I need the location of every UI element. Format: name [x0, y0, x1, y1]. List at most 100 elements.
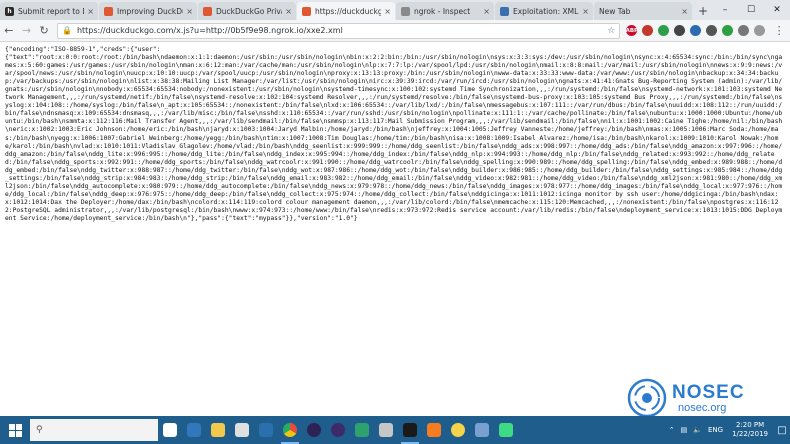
raw-json-response: {"encoding":"ISO-8859-1","creds":{"user"… [5, 46, 783, 222]
paint-icon-glyph [475, 423, 489, 437]
tab-title: https://duckduckgo [315, 6, 382, 16]
tab-strip: h Submit report to D × Improving DuckDu × Duc… [0, 0, 790, 20]
back-arrow-icon[interactable]: ← [0, 22, 18, 40]
extension-icon[interactable] [658, 25, 670, 36]
eclipse-icon[interactable] [302, 416, 326, 444]
new-tab-button[interactable]: + [695, 3, 711, 19]
android-studio-icon-glyph [499, 423, 513, 437]
language-indicator[interactable]: ENG [708, 426, 723, 434]
virtualbox-icon-glyph [259, 423, 273, 437]
extension-icon[interactable] [706, 25, 718, 36]
system-tray: ⌃ ▤ 🔈 ENG 2:20 PM 1/22/2019 □ [666, 416, 790, 444]
eclipse-alt-icon[interactable] [326, 416, 350, 444]
tab-title: ngrok - Inspect [414, 6, 471, 16]
search-icon: ⚲ [36, 425, 43, 435]
task-view-icon-glyph [163, 423, 177, 437]
terminal-icon[interactable] [398, 416, 422, 444]
close-tab-icon[interactable]: × [681, 7, 688, 16]
browser-tab[interactable]: DuckDuckGo Priva × [198, 2, 296, 20]
android-studio-icon[interactable] [494, 416, 518, 444]
tab-title: Improving DuckDu [117, 6, 184, 16]
browser-tab[interactable]: https://duckduckgo × [297, 2, 395, 20]
watermark-name: NOSEC [672, 381, 745, 403]
browser-tab[interactable]: Improving DuckDu × [99, 2, 197, 20]
extension-icon[interactable] [754, 25, 766, 36]
extension-icon[interactable] [642, 25, 654, 36]
volume-icon[interactable]: 🔈 [693, 426, 702, 434]
tab-title: New Tab [599, 6, 631, 16]
minimize-button[interactable]: – [712, 0, 738, 20]
nosec-watermark: NOSEC nosec.org [627, 378, 745, 418]
browser-tab[interactable]: New Tab × [594, 2, 692, 20]
browser-tab[interactable]: Exploitation: XML E × [495, 2, 593, 20]
url-text[interactable]: https://duckduckgo.com/x.js?u=http://0b5… [77, 26, 607, 35]
extension-icon[interactable] [690, 25, 702, 36]
edge-icon[interactable] [182, 416, 206, 444]
python-icon[interactable] [446, 416, 470, 444]
nosec-logo-icon [627, 378, 667, 418]
extension-icon[interactable] [674, 25, 686, 36]
terminal-icon-glyph [403, 423, 417, 437]
start-button[interactable] [0, 416, 30, 444]
lock-icon[interactable]: 🔒 [62, 26, 72, 35]
tab-title: Submit report to D [18, 6, 85, 16]
file-explorer-icon[interactable] [206, 416, 230, 444]
forward-arrow-icon[interactable]: → [18, 22, 36, 40]
extension-icon[interactable] [722, 25, 734, 36]
pinned-apps [158, 416, 518, 444]
address-bar[interactable]: 🔒 https://duckduckgo.com/x.js?u=http://0… [56, 22, 621, 39]
page-content: {"encoding":"ISO-8859-1","creds":{"user"… [0, 43, 790, 416]
browser-toolbar: ← → ↻ 🔒 https://duckduckgo.com/x.js?u=ht… [0, 20, 790, 42]
window-controls: – ☐ ✕ [712, 0, 790, 20]
eclipse-icon-glyph [307, 423, 321, 437]
close-tab-icon[interactable]: × [186, 7, 193, 16]
git-kraken-icon[interactable] [350, 416, 374, 444]
store-icon[interactable] [230, 416, 254, 444]
windows-taskbar: ⚲ ⌃ ▤ 🔈 ENG 2:20 PM 1/22/2019 □ [0, 416, 790, 444]
tab-title: Exploitation: XML E [513, 6, 580, 16]
chevron-up-icon[interactable]: ⌃ [669, 426, 675, 434]
duck-favicon-icon [302, 6, 311, 16]
close-tab-icon[interactable]: × [483, 7, 490, 16]
virtualbox-icon[interactable] [254, 416, 278, 444]
duck-favicon-icon [203, 6, 212, 16]
task-view-icon[interactable] [158, 416, 182, 444]
clock[interactable]: 2:20 PM 1/22/2019 [732, 421, 768, 439]
close-tab-icon[interactable]: × [384, 7, 391, 16]
extension-icon[interactable] [738, 25, 750, 36]
extension-icon[interactable]: ABP [626, 25, 638, 36]
chrome-icon[interactable] [278, 416, 302, 444]
windows-logo-icon [8, 423, 22, 437]
browser-tab[interactable]: h Submit report to D × [0, 2, 98, 20]
tabs-container: h Submit report to D × Improving DuckDu × Duc… [0, 0, 693, 20]
menu-kebab-icon[interactable]: ⋮ [770, 22, 788, 40]
photos-icon[interactable] [374, 416, 398, 444]
file-explorer-icon-glyph [211, 423, 225, 437]
browser-tab[interactable]: ngrok - Inspect × [396, 2, 494, 20]
xampp-icon[interactable] [422, 416, 446, 444]
eclipse-alt-icon-glyph [331, 423, 345, 437]
edge-icon-glyph [187, 423, 201, 437]
maximize-button[interactable]: ☐ [738, 0, 764, 20]
duck-favicon-icon [104, 6, 113, 16]
clock-time: 2:20 PM [735, 421, 765, 429]
close-window-button[interactable]: ✕ [764, 0, 790, 20]
bookmark-star-icon[interactable]: ☆ [607, 26, 615, 36]
taskbar-search-box[interactable]: ⚲ [30, 419, 158, 441]
paint-icon[interactable] [470, 416, 494, 444]
close-tab-icon[interactable]: × [87, 7, 94, 16]
xampp-icon-glyph [427, 423, 441, 437]
reload-icon[interactable]: ↻ [35, 22, 53, 40]
tab-title: DuckDuckGo Priva [216, 6, 283, 16]
git-kraken-icon-glyph [355, 423, 369, 437]
close-tab-icon[interactable]: × [285, 7, 292, 16]
network-icon[interactable]: ▤ [681, 426, 688, 434]
clock-date: 1/22/2019 [732, 430, 768, 438]
notification-icon[interactable]: □ [774, 416, 790, 444]
close-tab-icon[interactable]: × [582, 7, 589, 16]
python-icon-glyph [451, 423, 465, 437]
h-favicon-icon: h [5, 6, 14, 16]
doc-favicon-icon [401, 6, 410, 16]
gear-favicon-icon [500, 6, 509, 16]
store-icon-glyph [235, 423, 249, 437]
